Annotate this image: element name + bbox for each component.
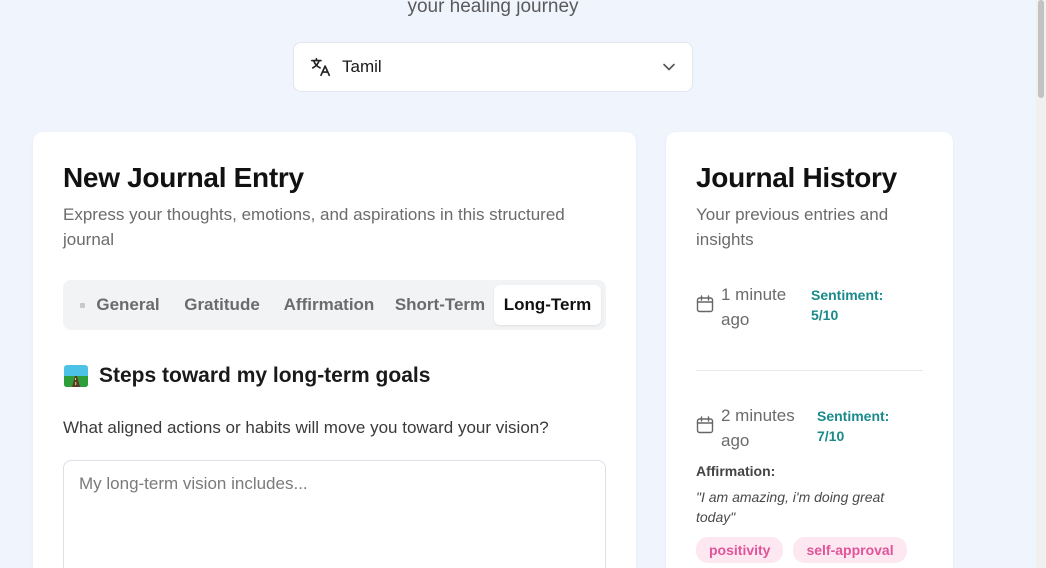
affirmation-text: "I am amazing, i'm doing great today" [696, 489, 885, 525]
tab-affirmation[interactable]: Affirmation [272, 285, 386, 325]
sentiment-score: Sentiment: 5/10 [811, 287, 884, 323]
affirmation-label: Affirmation: [696, 463, 776, 479]
scrollbar-thumb[interactable] [1038, 0, 1044, 98]
tag-self-approval[interactable]: self-approval [793, 537, 907, 563]
tag-list: positivity self-approval [696, 537, 907, 563]
history-divider [696, 370, 923, 371]
tab-label: Gratitude [184, 295, 260, 314]
language-select[interactable]: Tamil [293, 42, 693, 92]
journal-history-card: Journal History Your previous entries an… [666, 132, 953, 568]
tab-label: General [96, 295, 160, 314]
page-subtitle: your healing journey [407, 0, 579, 17]
history-item[interactable]: 1 minute ago Sentiment: 5/10 [696, 282, 923, 332]
history-item[interactable]: 2 minutes ago Sentiment: 7/10 [696, 403, 923, 453]
entry-tabs: General Gratitude Affirmation Short-Term… [63, 280, 606, 330]
history-time: 1 minute ago [721, 285, 787, 329]
tab-gratitude[interactable]: Gratitude [172, 285, 272, 325]
sentiment-score: Sentiment: 7/10 [817, 408, 890, 444]
entry-title: New Journal Entry [63, 162, 304, 193]
language-value: Tamil [342, 57, 382, 76]
history-time: 2 minutes ago [721, 406, 795, 450]
new-entry-card: New Journal Entry Express your thoughts,… [33, 132, 636, 568]
calendar-icon [696, 295, 714, 313]
section-title-text: Steps toward my long-term goals [99, 364, 431, 387]
translate-icon [311, 57, 331, 77]
tab-general[interactable]: General [68, 285, 172, 325]
page-scrollbar[interactable] [1036, 0, 1046, 568]
entry-textarea[interactable]: My long-term vision includes... [63, 460, 606, 568]
road-icon [64, 365, 88, 387]
chevron-down-icon [663, 63, 675, 71]
calendar-icon [696, 416, 714, 434]
tag-positivity[interactable]: positivity [696, 537, 784, 563]
tab-indicator-icon [80, 302, 86, 308]
tab-label: Affirmation [283, 295, 375, 314]
entry-description: Express your thoughts, emotions, and asp… [63, 205, 565, 249]
tab-long-term[interactable]: Long-Term [494, 285, 601, 325]
section-title: Steps toward my long-term goals [63, 364, 430, 388]
tab-short-term[interactable]: Short-Term [386, 285, 494, 325]
history-description: Your previous entries and insights [696, 205, 889, 249]
entry-prompt: What aligned actions or habits will move… [63, 418, 549, 437]
tab-label: Long-Term [503, 295, 592, 314]
tab-label: Short-Term [394, 295, 486, 314]
history-title: Journal History [696, 162, 897, 193]
